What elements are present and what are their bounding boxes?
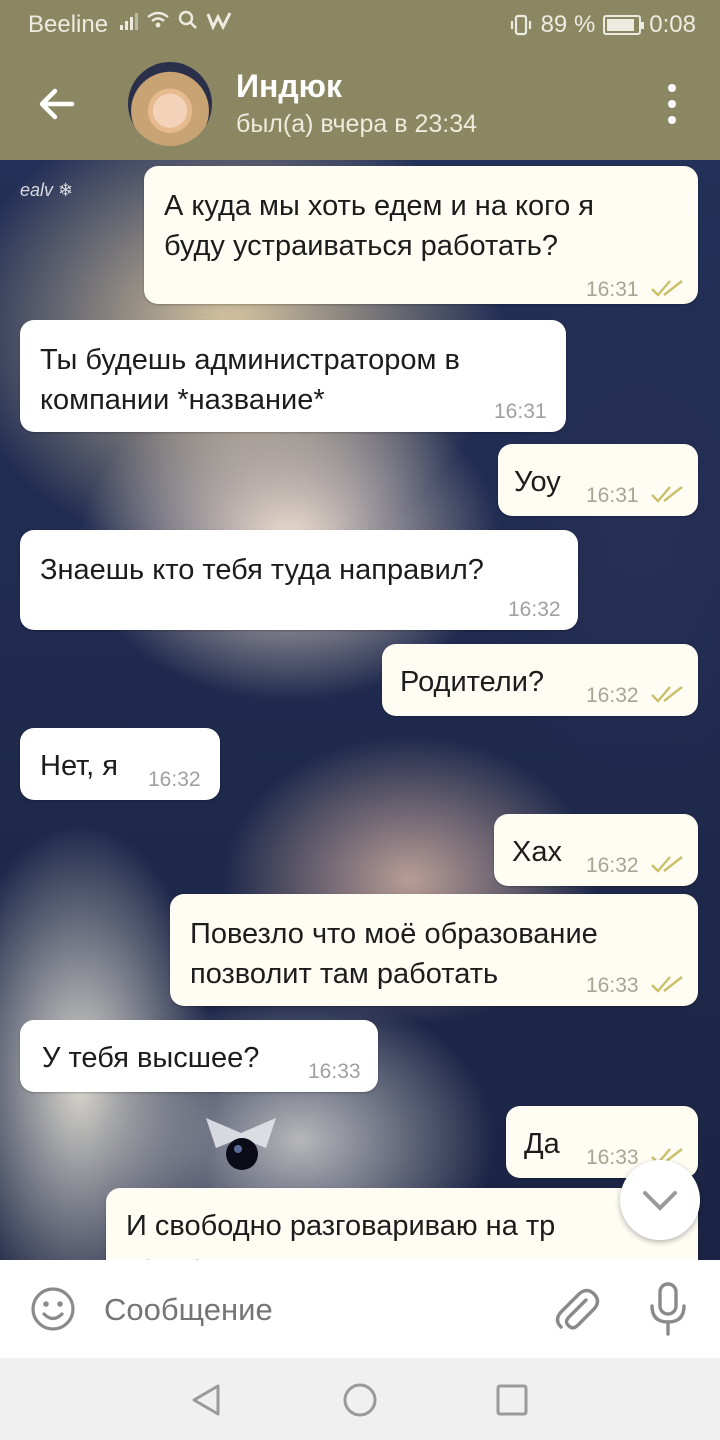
microphone-icon[interactable] bbox=[648, 1282, 688, 1336]
wifi-icon bbox=[147, 11, 169, 28]
chat-area[interactable]: ealv ❄ А куда мы хоть едем и на кого я б… bbox=[0, 160, 720, 1260]
message-bubble-outgoing[interactable]: Повезло что моё образование позволит там… bbox=[170, 894, 698, 1006]
message-input[interactable] bbox=[104, 1292, 524, 1328]
chevron-down-icon[interactable] bbox=[620, 1160, 700, 1240]
triangle-back-icon[interactable] bbox=[186, 1380, 226, 1420]
wallpaper-watermark: ealv ❄ bbox=[20, 180, 74, 200]
message-time: 16:33 bbox=[586, 974, 639, 997]
message-bubble-incoming[interactable]: Знаешь кто тебя туда направил? 16:32 bbox=[20, 530, 578, 630]
vibrate-icon bbox=[510, 14, 531, 36]
search-icon bbox=[178, 10, 197, 29]
last-seen-status: был(а) вчера в 23:34 bbox=[236, 110, 478, 138]
clock: 0:08 bbox=[649, 11, 696, 38]
message-bubble-outgoing[interactable]: Хах 16:32 bbox=[494, 814, 698, 886]
arrow-left-icon[interactable] bbox=[36, 84, 76, 124]
message-time: 16:32 bbox=[586, 684, 639, 707]
message-text: Хах bbox=[512, 836, 562, 868]
message-text: У тебя высшее? bbox=[42, 1042, 260, 1074]
message-text: Уоу bbox=[514, 466, 561, 498]
brooch-decoration bbox=[206, 1118, 276, 1170]
status-icons bbox=[120, 10, 232, 30]
message-time: 16:32 bbox=[508, 598, 561, 621]
message-bubble-outgoing[interactable]: И свободно разговариваю на тр языках bbox=[106, 1188, 698, 1260]
battery-percent: 89 % bbox=[540, 11, 596, 38]
read-checks-icon bbox=[651, 486, 683, 503]
carrier-name: Beeline bbox=[28, 11, 109, 38]
message-bubble-outgoing[interactable]: А куда мы хоть едем и на кого я буду уст… bbox=[144, 166, 698, 304]
message-text: Ты будешь администратором в компании *на… bbox=[40, 344, 460, 416]
status-right: 89 % 0:08 bbox=[509, 11, 696, 39]
message-input-bar bbox=[0, 1260, 720, 1358]
emoji-icon[interactable] bbox=[30, 1286, 76, 1332]
message-text: Повезло что моё образование позволит там… bbox=[190, 918, 598, 990]
app-notification-icon bbox=[206, 12, 232, 30]
message-bubble-incoming[interactable]: Нет, я 16:32 bbox=[20, 728, 220, 800]
message-bubble-outgoing[interactable]: Уоу 16:31 bbox=[498, 444, 698, 516]
message-text: Родители? bbox=[400, 666, 545, 698]
status-bar: Beeline 89 % 0:08 bbox=[0, 0, 720, 48]
system-navigation-bar bbox=[0, 1358, 720, 1440]
avatar[interactable] bbox=[128, 62, 212, 146]
message-text: И свободно разговариваю на тр языках bbox=[126, 1210, 556, 1260]
contact-name[interactable]: Индюк bbox=[236, 68, 342, 105]
message-time: 16:31 bbox=[586, 278, 639, 301]
message-bubble-incoming[interactable]: У тебя высшее? 16:33 bbox=[20, 1020, 378, 1092]
square-recents-icon[interactable] bbox=[492, 1380, 532, 1420]
message-time: 16:32 bbox=[148, 768, 201, 791]
message-text: Нет, я bbox=[40, 750, 118, 782]
message-time: 16:31 bbox=[494, 400, 547, 423]
message-text: А куда мы хоть едем и на кого я буду уст… bbox=[164, 190, 594, 262]
message-time: 16:33 bbox=[586, 1146, 639, 1169]
paperclip-icon[interactable] bbox=[552, 1284, 600, 1334]
battery-icon bbox=[603, 15, 645, 35]
message-text: Знаешь кто тебя туда направил? bbox=[40, 554, 484, 586]
read-checks-icon bbox=[651, 280, 683, 297]
read-checks-icon bbox=[651, 856, 683, 873]
signal-icon bbox=[120, 10, 138, 30]
message-time: 16:31 bbox=[586, 484, 639, 507]
circle-home-icon[interactable] bbox=[340, 1380, 380, 1420]
message-time: 16:33 bbox=[308, 1060, 361, 1083]
message-bubble-outgoing[interactable]: Родители? 16:32 bbox=[382, 644, 698, 716]
message-text: Да bbox=[524, 1128, 560, 1160]
read-checks-icon bbox=[651, 976, 683, 993]
more-vertical-icon[interactable] bbox=[660, 84, 684, 124]
message-time: 16:32 bbox=[586, 854, 639, 877]
chat-header: Индюк был(а) вчера в 23:34 bbox=[0, 48, 720, 160]
message-bubble-incoming[interactable]: Ты будешь администратором в компании *на… bbox=[20, 320, 566, 432]
read-checks-icon bbox=[651, 686, 683, 703]
